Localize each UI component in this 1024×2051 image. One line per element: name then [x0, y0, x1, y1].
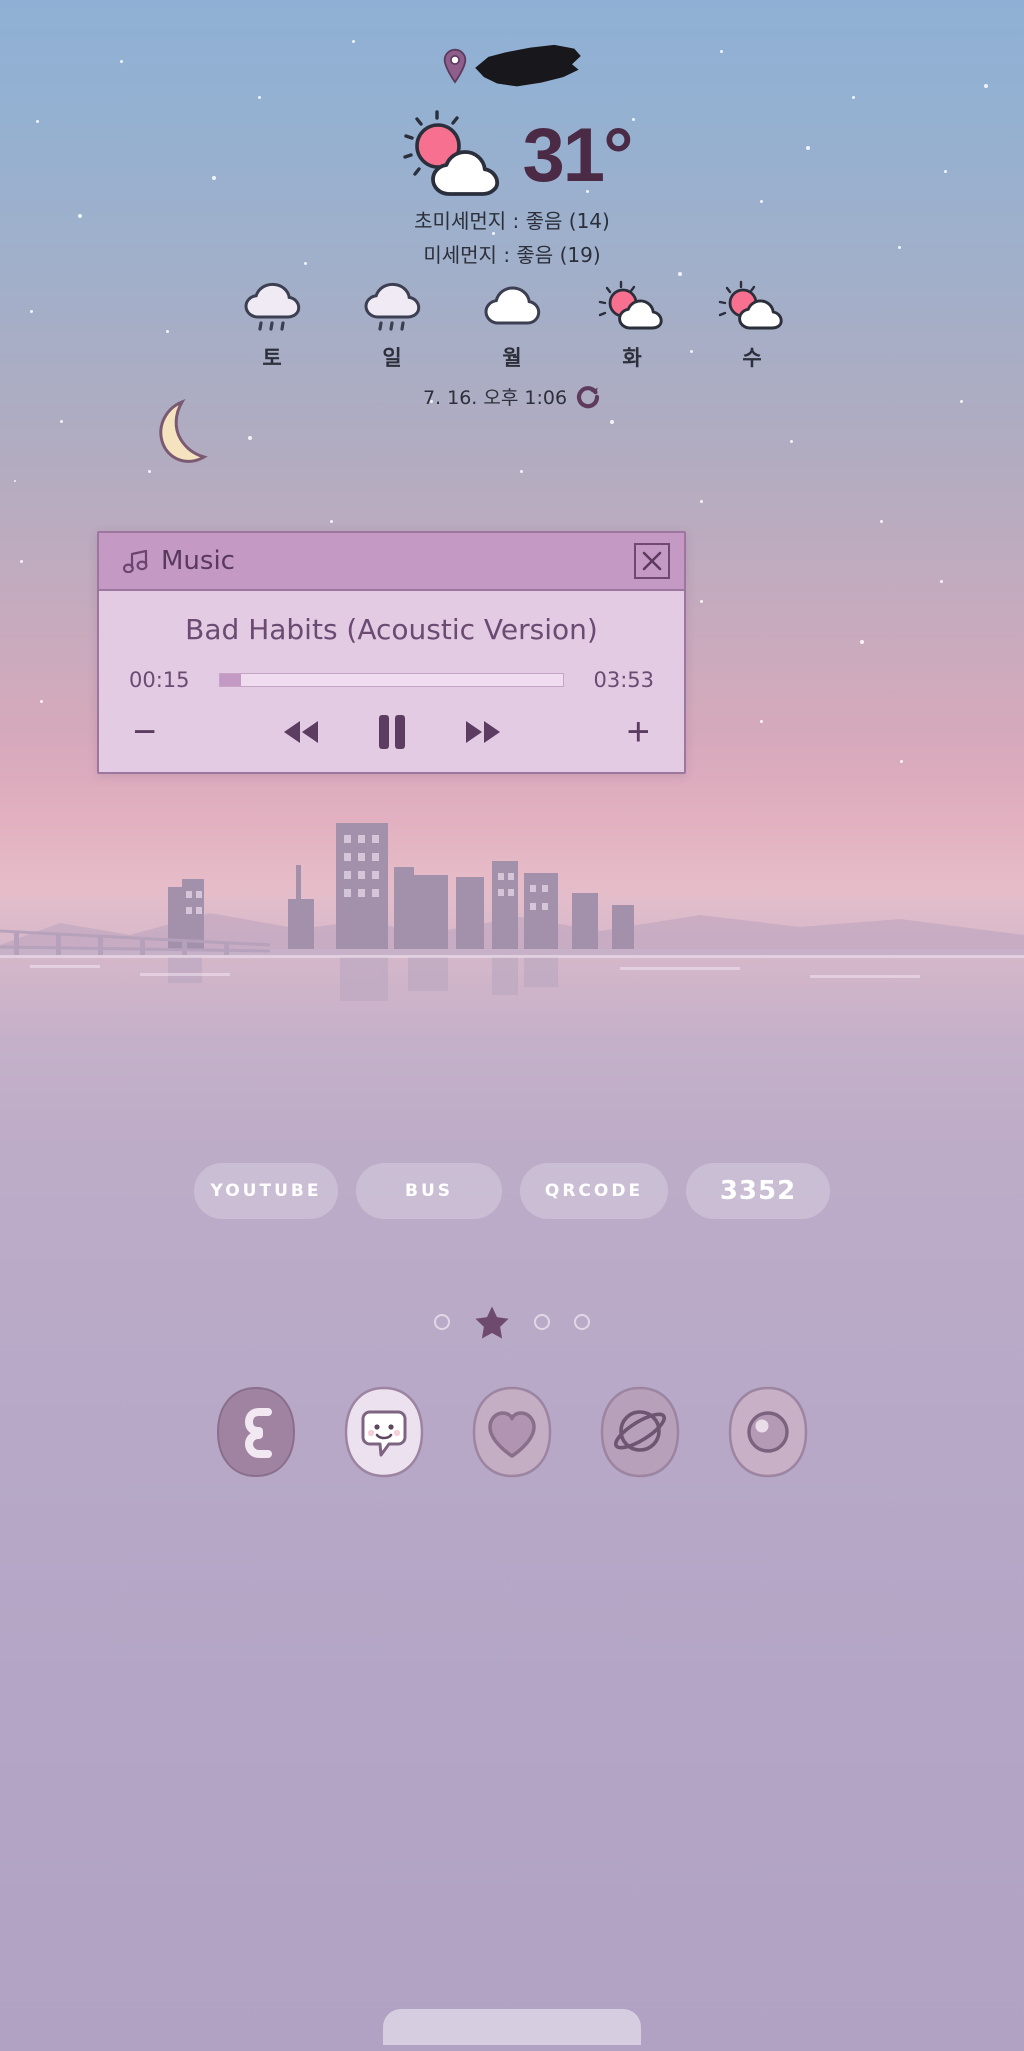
previous-button[interactable] — [279, 718, 323, 746]
star — [860, 640, 864, 644]
shortcut-bus[interactable]: BUS — [356, 1163, 502, 1219]
track-title: Bad Habits (Acoustic Version) — [185, 613, 598, 646]
shortcut-youtube[interactable]: YOUTUBE — [194, 1163, 338, 1219]
dock-item-camera[interactable] — [718, 1382, 818, 1482]
forecast-day-label: 일 — [382, 346, 402, 370]
dock-item-browser[interactable] — [590, 1382, 690, 1482]
music-widget-header: Music — [99, 533, 684, 591]
page-dot[interactable] — [534, 1314, 550, 1330]
forecast-day[interactable]: 토 — [231, 278, 313, 372]
navigation-bar — [0, 2009, 1024, 2051]
dock-item-messages[interactable] — [334, 1382, 434, 1482]
temperature: 31° — [522, 113, 634, 198]
star — [760, 720, 763, 723]
ultra-fine-dust: 초미세먼지 : 좋음 (14) — [414, 209, 610, 233]
forecast-day[interactable]: 일 — [351, 278, 433, 372]
fine-dust: 미세먼지 : 좋음 (19) — [423, 243, 601, 267]
close-icon — [642, 551, 662, 571]
star — [790, 440, 793, 443]
star — [258, 96, 261, 99]
star — [40, 700, 43, 703]
star — [852, 96, 855, 99]
location-row[interactable] — [0, 44, 1024, 90]
air-quality: 초미세먼지 : 좋음 (14) 미세먼지 : 좋음 (19) — [0, 204, 1024, 272]
planet-icon — [600, 1386, 680, 1478]
volume-up-button[interactable]: + — [627, 712, 650, 752]
shortcut-qrcode[interactable]: QRCODE — [520, 1163, 668, 1219]
lower-background — [0, 1150, 1024, 2051]
star — [14, 480, 16, 482]
controls-row: − + — [129, 712, 654, 752]
progress-bar-fill — [220, 674, 241, 686]
star — [330, 520, 333, 523]
dock-item-gallery[interactable] — [462, 1382, 562, 1482]
next-button[interactable] — [461, 718, 505, 746]
star — [148, 470, 151, 473]
location-pin-icon — [443, 48, 467, 84]
chat-smiley-icon — [344, 1386, 424, 1478]
page-indicator — [0, 1305, 1024, 1339]
sun-behind-cloud-icon — [711, 278, 793, 336]
shortcut-pills: YOUTUBE BUS QRCODE 3352 — [0, 1163, 1024, 1219]
forecast-day-label: 토 — [262, 346, 282, 370]
rewind-icon — [283, 721, 318, 743]
city-skyline — [0, 823, 1024, 1001]
weather-updated-time: 7. 16. 오후 1:06 — [422, 387, 568, 409]
progress-row: 00:15 03:53 — [129, 668, 654, 692]
forecast-row: 토 일 월 화 수 — [0, 278, 1024, 372]
star — [700, 500, 703, 503]
sun-behind-cloud-icon — [591, 278, 673, 336]
crescent-moon-icon — [159, 399, 208, 463]
music-widget-title: Music — [161, 546, 235, 576]
redacted-location-name — [475, 44, 581, 87]
music-note-icon — [123, 549, 148, 573]
star — [20, 560, 23, 563]
forecast-day-label: 월 — [502, 346, 522, 370]
total-duration: 03:53 — [593, 668, 654, 692]
star — [678, 272, 682, 276]
music-widget-body: Bad Habits (Acoustic Version) 00:15 03:5… — [99, 591, 684, 772]
refresh-icon[interactable] — [575, 384, 601, 410]
star — [900, 760, 903, 763]
page-dot[interactable] — [434, 1314, 450, 1330]
star — [520, 470, 523, 473]
star — [248, 436, 252, 440]
star — [700, 600, 703, 603]
fast-forward-icon — [465, 721, 500, 743]
close-button[interactable] — [634, 543, 670, 579]
rain-cloud-icon — [351, 278, 433, 336]
elapsed-time: 00:15 — [129, 668, 190, 692]
star — [610, 420, 614, 424]
progress-bar[interactable] — [219, 673, 564, 687]
forecast-day[interactable]: 월 — [471, 278, 553, 372]
star — [880, 520, 883, 523]
heart-icon — [472, 1386, 552, 1478]
pause-icon — [378, 715, 405, 749]
play-pause-button[interactable] — [377, 714, 407, 750]
forecast-day-label: 수 — [742, 346, 762, 370]
current-weather[interactable]: 31° — [0, 110, 1024, 202]
home-screen: 31° 초미세먼지 : 좋음 (14) 미세먼지 : 좋음 (19) 토 일 월… — [0, 0, 1024, 2051]
rain-cloud-icon — [231, 278, 313, 336]
volume-down-button[interactable]: − — [133, 712, 156, 752]
forecast-day[interactable]: 수 — [711, 278, 793, 372]
sun-behind-cloud-icon — [402, 110, 499, 196]
dock — [0, 1382, 1024, 1482]
star — [60, 420, 63, 423]
camera-icon — [728, 1386, 808, 1478]
forecast-day[interactable]: 화 — [591, 278, 673, 372]
phone-icon — [216, 1386, 296, 1478]
star-icon[interactable] — [474, 1305, 510, 1339]
music-widget: Music Bad Habits (Acoustic Version) 00:1… — [97, 531, 686, 774]
page-dot[interactable] — [574, 1314, 590, 1330]
dock-item-phone[interactable] — [206, 1382, 306, 1482]
forecast-day-label: 화 — [622, 346, 642, 370]
star — [352, 40, 355, 43]
cloud-icon — [471, 278, 553, 336]
home-indicator[interactable] — [383, 2009, 641, 2045]
shortcut-3352[interactable]: 3352 — [686, 1163, 830, 1219]
star — [940, 580, 943, 583]
